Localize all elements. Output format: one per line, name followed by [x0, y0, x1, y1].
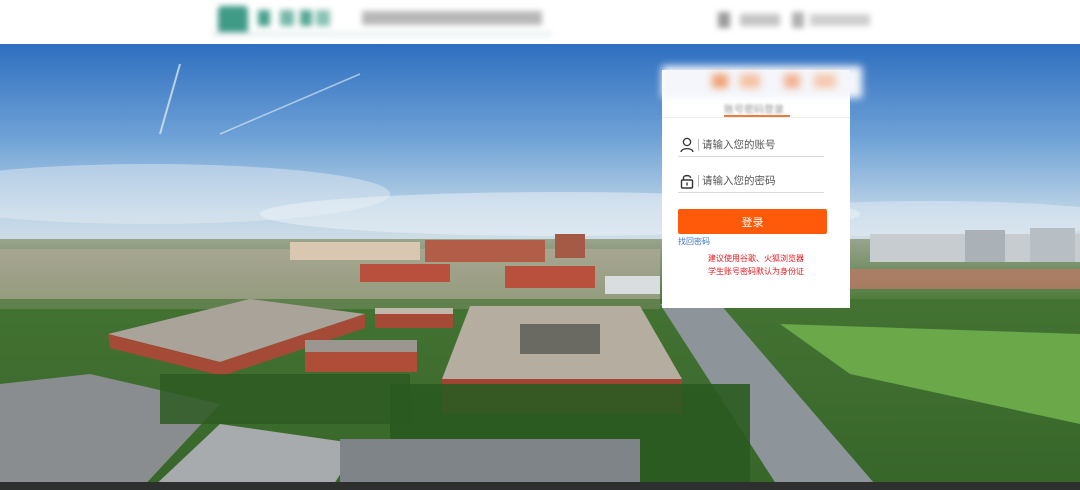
- campus-background-image: [0, 44, 1080, 490]
- lock-icon: [680, 174, 694, 189]
- password-field[interactable]: [678, 169, 824, 193]
- user-icon: [680, 137, 694, 153]
- username-input[interactable]: [702, 136, 822, 154]
- bottom-bar: [0, 482, 1080, 490]
- site-header: [0, 0, 1080, 44]
- field-separator: [698, 175, 699, 187]
- header-links[interactable]: [710, 8, 880, 34]
- forgot-password-link[interactable]: 找回密码: [678, 236, 710, 247]
- account-tip: 学生账号密码默认为身份证: [708, 267, 804, 276]
- site-logo[interactable]: [212, 2, 552, 38]
- login-panel: 账号密码登录 登录 找回密码 建议使用谷歌、火狐浏览器 学生账号密码默认为身份证: [662, 66, 862, 308]
- field-separator: [698, 139, 699, 151]
- login-button[interactable]: 登录: [678, 209, 827, 234]
- tab-divider: [662, 117, 850, 118]
- username-field[interactable]: [678, 133, 824, 157]
- password-input[interactable]: [702, 172, 822, 190]
- tab-account-password[interactable]: 账号密码登录: [724, 101, 784, 116]
- browser-tip: 建议使用谷歌、火狐浏览器: [708, 254, 804, 263]
- panel-title-blurred: [654, 66, 862, 106]
